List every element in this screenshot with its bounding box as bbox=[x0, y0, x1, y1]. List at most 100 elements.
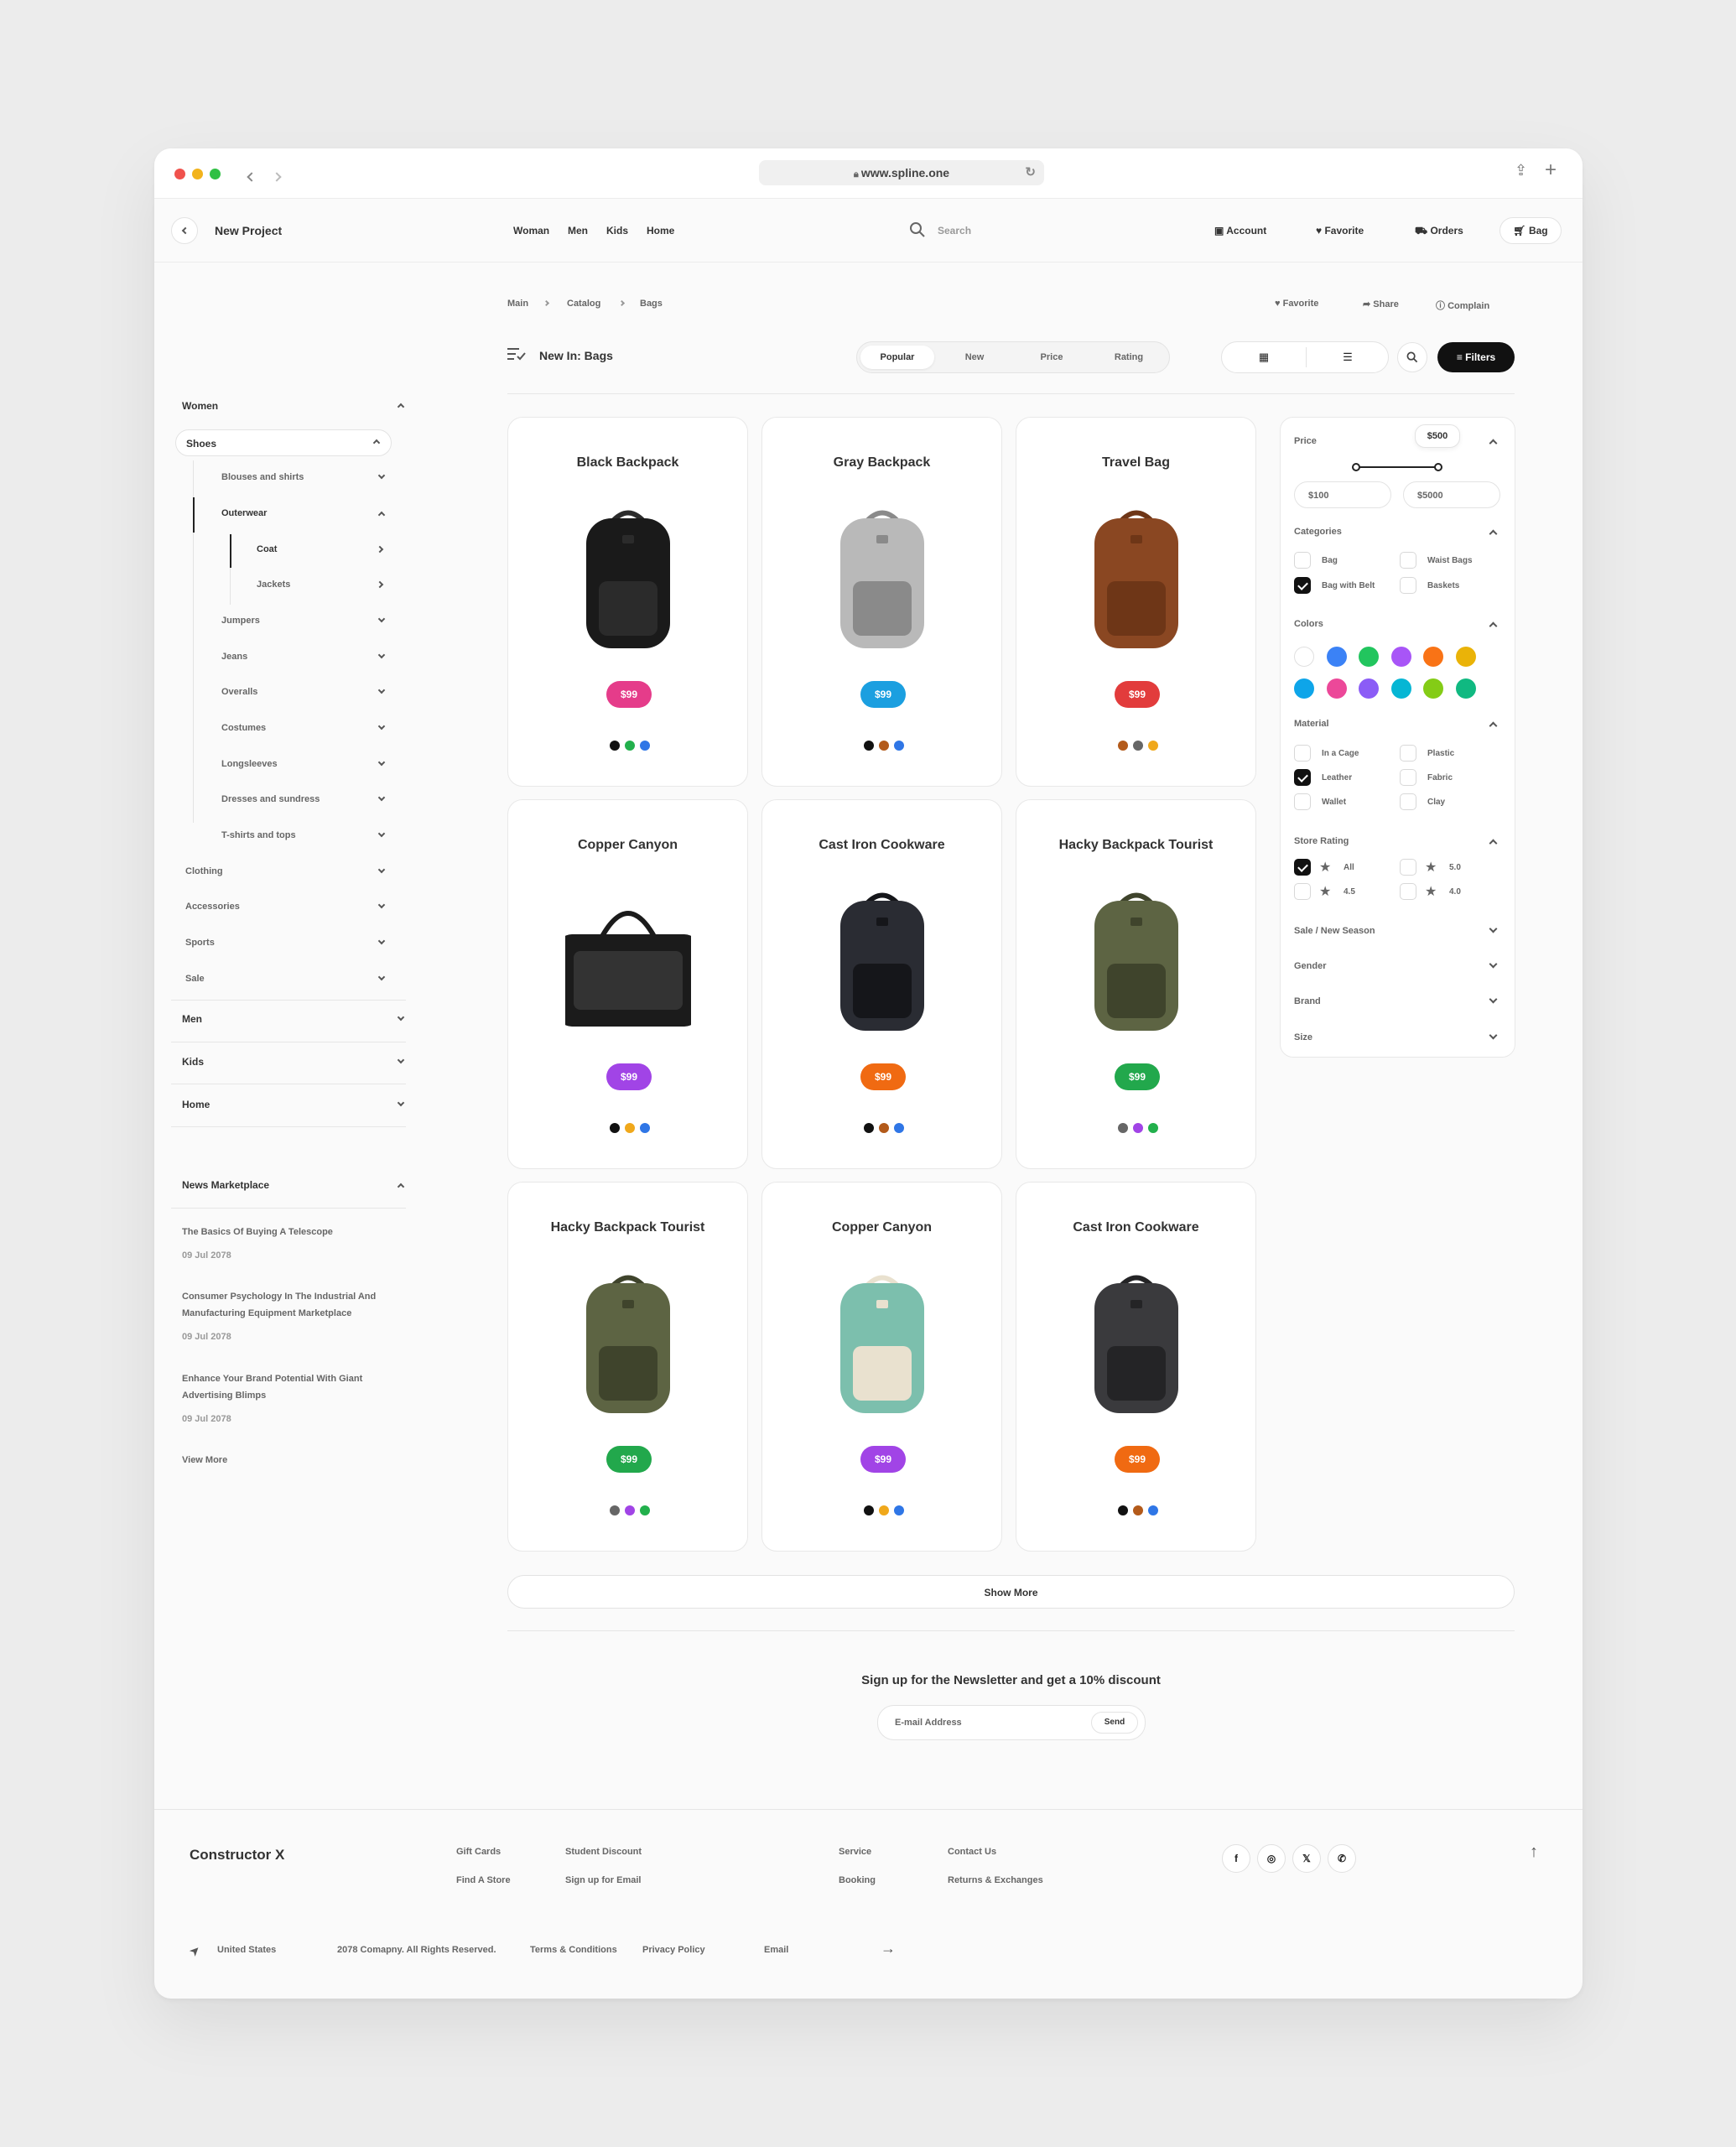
footer-link-student-discount[interactable]: Student Discount bbox=[565, 1847, 642, 1857]
product-card[interactable]: Hacky Backpack Tourist $99 bbox=[507, 1182, 748, 1552]
chevron-up-icon[interactable] bbox=[1489, 721, 1498, 730]
color-swatch[interactable] bbox=[1133, 741, 1143, 751]
footer-link-gift-cards[interactable]: Gift Cards bbox=[456, 1847, 501, 1857]
color-filter-swatch[interactable] bbox=[1326, 678, 1347, 699]
color-swatch[interactable] bbox=[610, 1123, 620, 1133]
category-baskets-checkbox[interactable] bbox=[1400, 577, 1416, 594]
color-swatch[interactable] bbox=[640, 1505, 650, 1515]
back-arrow-icon[interactable] bbox=[247, 169, 257, 185]
account-link[interactable]: ▣ Account bbox=[1214, 225, 1266, 237]
privacy-link[interactable]: Privacy Policy bbox=[642, 1945, 705, 1955]
email-submit-arrow-icon[interactable]: → bbox=[881, 1940, 896, 1957]
color-swatch[interactable] bbox=[1148, 1123, 1158, 1133]
color-swatch[interactable] bbox=[894, 741, 904, 751]
grid-view-button[interactable]: ▦ bbox=[1222, 342, 1306, 372]
sidebar-item-women[interactable]: Women bbox=[182, 398, 412, 414]
nav-woman[interactable]: Woman bbox=[513, 225, 549, 237]
nav-men[interactable]: Men bbox=[568, 225, 588, 237]
chevron-up-icon[interactable] bbox=[1489, 529, 1498, 538]
product-card[interactable]: Copper Canyon $99 bbox=[507, 799, 748, 1169]
color-filter-swatch[interactable] bbox=[1359, 647, 1379, 667]
category-bag-with-belt-checkbox[interactable] bbox=[1294, 577, 1311, 594]
material-fabric-checkbox[interactable] bbox=[1400, 769, 1416, 786]
nav-home[interactable]: Home bbox=[647, 225, 674, 237]
nav-kids[interactable]: Kids bbox=[606, 225, 628, 237]
color-swatch[interactable] bbox=[1133, 1123, 1143, 1133]
news-item[interactable]: Consumer Psychology In The Industrial An… bbox=[182, 1292, 408, 1342]
material-leather-checkbox[interactable] bbox=[1294, 769, 1311, 786]
rating-5-checkbox[interactable] bbox=[1400, 859, 1416, 876]
sidebar-item-longsleeves[interactable]: Longsleeves bbox=[221, 756, 389, 772]
whatsapp-icon[interactable]: ✆ bbox=[1328, 1844, 1356, 1873]
product-card[interactable]: Cast Iron Cookware $99 bbox=[761, 799, 1002, 1169]
color-swatch[interactable] bbox=[879, 741, 889, 751]
news-item[interactable]: The Basics Of Buying A Telescope 09 Jul … bbox=[182, 1227, 408, 1261]
color-filter-swatch[interactable] bbox=[1455, 647, 1476, 667]
color-swatch[interactable] bbox=[879, 1505, 889, 1515]
orders-link[interactable]: ⛟ Orders bbox=[1415, 225, 1463, 238]
favorite-link[interactable]: ♥ Favorite bbox=[1316, 225, 1364, 237]
footer-link-booking[interactable]: Booking bbox=[839, 1875, 876, 1885]
x-twitter-icon[interactable]: 𝕏 bbox=[1292, 1844, 1321, 1873]
color-swatch[interactable] bbox=[864, 1505, 874, 1515]
new-tab-icon[interactable]: + bbox=[1545, 159, 1557, 182]
footer-link-service[interactable]: Service bbox=[839, 1847, 871, 1857]
color-filter-swatch[interactable] bbox=[1294, 678, 1314, 699]
sidebar-item-sale[interactable]: Sale bbox=[185, 970, 389, 987]
color-swatch[interactable] bbox=[894, 1123, 904, 1133]
sidebar-item-tshirts[interactable]: T-shirts and tops bbox=[221, 827, 389, 844]
send-button[interactable]: Send bbox=[1091, 1712, 1138, 1734]
category-bag-checkbox[interactable] bbox=[1294, 552, 1311, 569]
tab-new[interactable]: New bbox=[938, 346, 1011, 369]
bag-button[interactable]: 🛒︎ Bag bbox=[1500, 217, 1562, 244]
product-card[interactable]: Cast Iron Cookware $99 bbox=[1016, 1182, 1256, 1552]
sidebar-item-kids[interactable]: Kids bbox=[182, 1053, 412, 1070]
color-swatch[interactable] bbox=[610, 1505, 620, 1515]
sidebar-item-coat[interactable]: Coat bbox=[257, 541, 389, 558]
email-input[interactable]: E-mail Address bbox=[895, 1718, 962, 1728]
product-card[interactable]: Black Backpack $99 bbox=[507, 417, 748, 787]
color-swatch[interactable] bbox=[625, 1123, 635, 1133]
catalog-search-button[interactable] bbox=[1397, 342, 1427, 372]
sidebar-item-jackets[interactable]: Jackets bbox=[257, 576, 389, 593]
color-filter-swatch[interactable] bbox=[1294, 647, 1314, 667]
color-swatch[interactable] bbox=[640, 1123, 650, 1133]
color-filter-swatch[interactable] bbox=[1390, 678, 1411, 699]
back-button[interactable] bbox=[171, 217, 198, 244]
footer-link-find-store[interactable]: Find A Store bbox=[456, 1875, 511, 1885]
list-view-button[interactable]: ☰ bbox=[1306, 342, 1390, 372]
chevron-down-icon[interactable] bbox=[1489, 1031, 1498, 1040]
footer-email-input[interactable]: Email bbox=[764, 1945, 788, 1955]
minimize-window-button[interactable] bbox=[192, 169, 203, 179]
breadcrumb-bags[interactable]: Bags bbox=[640, 299, 663, 309]
footer-link-signup-email[interactable]: Sign up for Email bbox=[565, 1875, 641, 1885]
sidebar-item-accessories[interactable]: Accessories bbox=[185, 898, 389, 915]
price-max-input[interactable]: $5000 bbox=[1403, 481, 1500, 508]
price-min-handle[interactable] bbox=[1352, 463, 1360, 471]
color-swatch[interactable] bbox=[894, 1505, 904, 1515]
product-card[interactable]: Copper Canyon $99 bbox=[761, 1182, 1002, 1552]
color-filter-swatch[interactable] bbox=[1423, 678, 1443, 699]
sidebar-item-blouses[interactable]: Blouses and shirts bbox=[221, 469, 389, 486]
rating-4-5-checkbox[interactable] bbox=[1294, 883, 1311, 900]
chevron-down-icon[interactable] bbox=[1489, 924, 1498, 933]
chevron-up-icon[interactable] bbox=[1489, 621, 1498, 631]
sidebar-item-jumpers[interactable]: Jumpers bbox=[221, 612, 389, 629]
category-waist-bags-checkbox[interactable] bbox=[1400, 552, 1416, 569]
material-clay-checkbox[interactable] bbox=[1400, 793, 1416, 810]
sale-season-toggle[interactable]: Sale / New Season bbox=[1294, 926, 1375, 936]
show-more-button[interactable]: Show More bbox=[507, 1575, 1515, 1609]
chevron-up-icon[interactable] bbox=[1489, 839, 1498, 848]
color-swatch[interactable] bbox=[864, 741, 874, 751]
tab-popular[interactable]: Popular bbox=[860, 346, 934, 369]
color-swatch[interactable] bbox=[864, 1123, 874, 1133]
view-more-link[interactable]: View More bbox=[182, 1455, 227, 1465]
sidebar-item-clothing[interactable]: Clothing bbox=[185, 863, 389, 880]
terms-link[interactable]: Terms & Conditions bbox=[530, 1945, 617, 1955]
news-section-header[interactable]: News Marketplace bbox=[182, 1177, 412, 1193]
color-swatch[interactable] bbox=[640, 741, 650, 751]
size-toggle[interactable]: Size bbox=[1294, 1032, 1312, 1042]
sidebar-item-sports[interactable]: Sports bbox=[185, 934, 389, 951]
gender-toggle[interactable]: Gender bbox=[1294, 961, 1327, 971]
color-swatch[interactable] bbox=[879, 1123, 889, 1133]
